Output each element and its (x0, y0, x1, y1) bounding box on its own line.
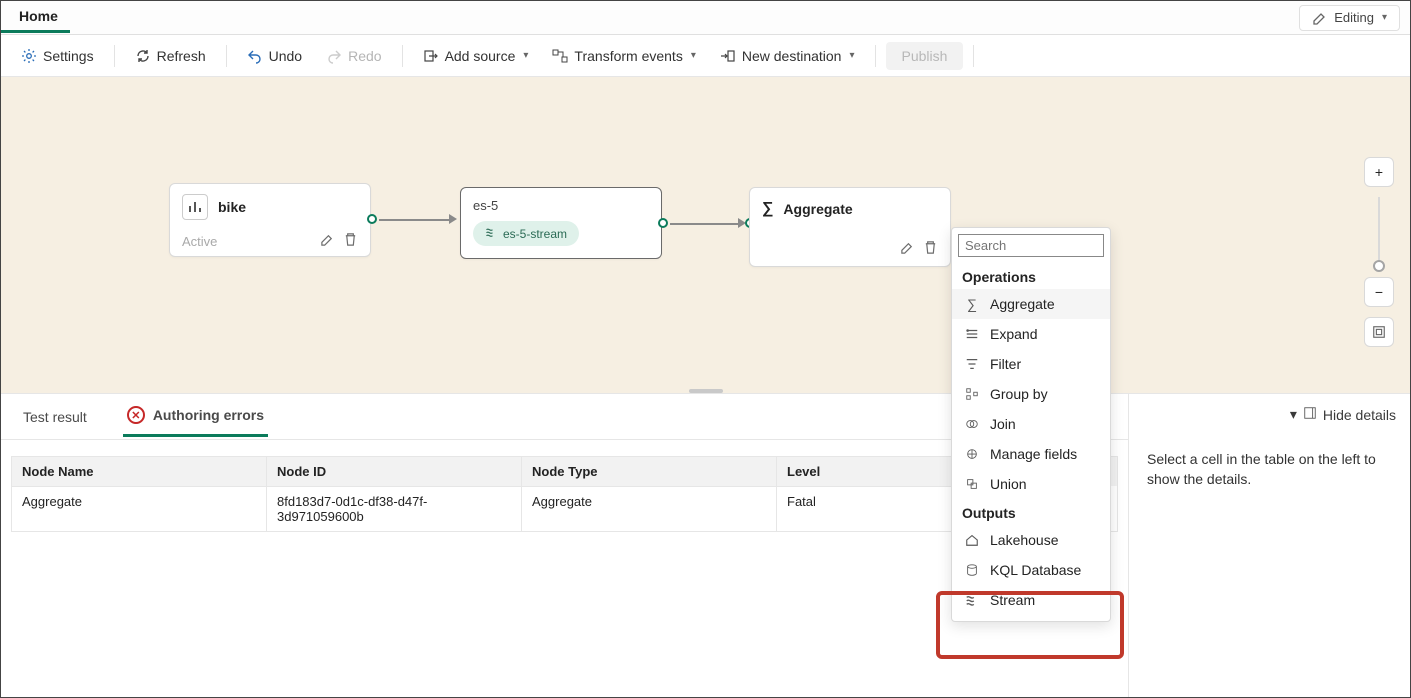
edge (379, 219, 451, 221)
filter-icon (964, 356, 980, 372)
new-destination-button[interactable]: New destination ▾ (710, 42, 865, 70)
expand-icon (964, 326, 980, 342)
refresh-icon (135, 48, 151, 64)
output-port[interactable] (367, 214, 377, 224)
tab-test-result[interactable]: Test result (19, 399, 91, 435)
toolbar: Settings Refresh Undo Redo Add source ▾ … (1, 35, 1410, 77)
pencil-icon (1312, 10, 1328, 26)
editing-mode-button[interactable]: Editing ▾ (1299, 5, 1400, 31)
menu-item-lakehouse[interactable]: Lakehouse (952, 525, 1110, 555)
settings-button[interactable]: Settings (11, 42, 104, 70)
transform-events-button[interactable]: Transform events ▾ (542, 42, 705, 70)
database-icon (964, 562, 980, 578)
tab-authoring-errors[interactable]: ✕ Authoring errors (123, 396, 268, 437)
redo-icon (326, 48, 342, 64)
join-icon (964, 416, 980, 432)
fit-screen-button[interactable] (1364, 317, 1394, 347)
undo-icon (247, 48, 263, 64)
stream-pill[interactable]: es-5-stream (473, 221, 579, 246)
chevron-down-icon: ▾ (691, 50, 696, 61)
chevron-down-icon: ▾ (1290, 406, 1297, 423)
zoom-controls: + − (1364, 157, 1394, 347)
search-input[interactable] (958, 234, 1104, 257)
error-icon: ✕ (127, 406, 145, 424)
trash-icon[interactable] (343, 232, 358, 250)
add-source-button[interactable]: Add source ▾ (413, 42, 539, 70)
stream-icon (964, 592, 980, 608)
chevron-down-icon: ▾ (523, 50, 528, 61)
transform-icon (552, 48, 568, 64)
group-icon (964, 386, 980, 402)
chevron-down-icon: ▾ (849, 50, 854, 61)
title-bar: Home Editing ▾ (1, 1, 1410, 35)
menu-item-manage-fields[interactable]: Manage fields (952, 439, 1110, 469)
menu-item-expand[interactable]: Expand (952, 319, 1110, 349)
pencil-icon[interactable] (320, 232, 335, 250)
operations-dropdown: Operations ∑Aggregate Expand Filter Grou… (951, 227, 1111, 622)
tab-home[interactable]: Home (1, 2, 70, 33)
undo-button[interactable]: Undo (237, 42, 312, 70)
output-port[interactable] (658, 218, 668, 228)
pencil-icon[interactable] (900, 240, 915, 258)
menu-header-operations: Operations (952, 263, 1110, 289)
edge (670, 223, 740, 225)
trash-icon[interactable] (923, 240, 938, 258)
collapse-icon (1303, 406, 1317, 423)
menu-item-groupby[interactable]: Group by (952, 379, 1110, 409)
zoom-out-button[interactable]: − (1364, 277, 1394, 307)
menu-item-union[interactable]: Union (952, 469, 1110, 499)
node-aggregate[interactable]: ∑ Aggregate (749, 187, 951, 267)
menu-item-kql[interactable]: KQL Database (952, 555, 1110, 585)
arrowhead-icon (449, 214, 457, 224)
menu-header-outputs: Outputs (952, 499, 1110, 525)
details-panel: ▾ Hide details Select a cell in the tabl… (1128, 394, 1410, 697)
menu-item-stream[interactable]: Stream (952, 585, 1110, 615)
publish-button: Publish (886, 42, 964, 70)
refresh-button[interactable]: Refresh (125, 42, 216, 70)
zoom-slider[interactable] (1378, 197, 1380, 267)
node-es5[interactable]: es-5 es-5-stream (460, 187, 662, 259)
union-icon (964, 476, 980, 492)
node-status: Active (182, 234, 217, 249)
node-bike[interactable]: bike Active (169, 183, 371, 257)
zoom-in-button[interactable]: + (1364, 157, 1394, 187)
menu-item-join[interactable]: Join (952, 409, 1110, 439)
destination-icon (720, 48, 736, 64)
gear-icon (21, 48, 37, 64)
canvas[interactable]: bike Active es-5 es-5-stream (1, 77, 1410, 393)
sigma-icon: ∑ (762, 200, 773, 218)
bottom-panel: Test result ✕ Authoring errors Node Name… (1, 393, 1410, 697)
hide-details-button[interactable]: ▾ Hide details (1290, 406, 1396, 423)
stream-icon (485, 226, 497, 241)
lakehouse-icon (964, 532, 980, 548)
redo-button: Redo (316, 42, 391, 70)
bar-chart-icon (182, 194, 208, 220)
menu-item-aggregate[interactable]: ∑Aggregate (952, 289, 1110, 319)
fields-icon (964, 446, 980, 462)
sigma-icon: ∑ (964, 296, 980, 312)
chevron-down-icon: ▾ (1382, 12, 1387, 23)
menu-item-filter[interactable]: Filter (952, 349, 1110, 379)
add-source-icon (423, 48, 439, 64)
